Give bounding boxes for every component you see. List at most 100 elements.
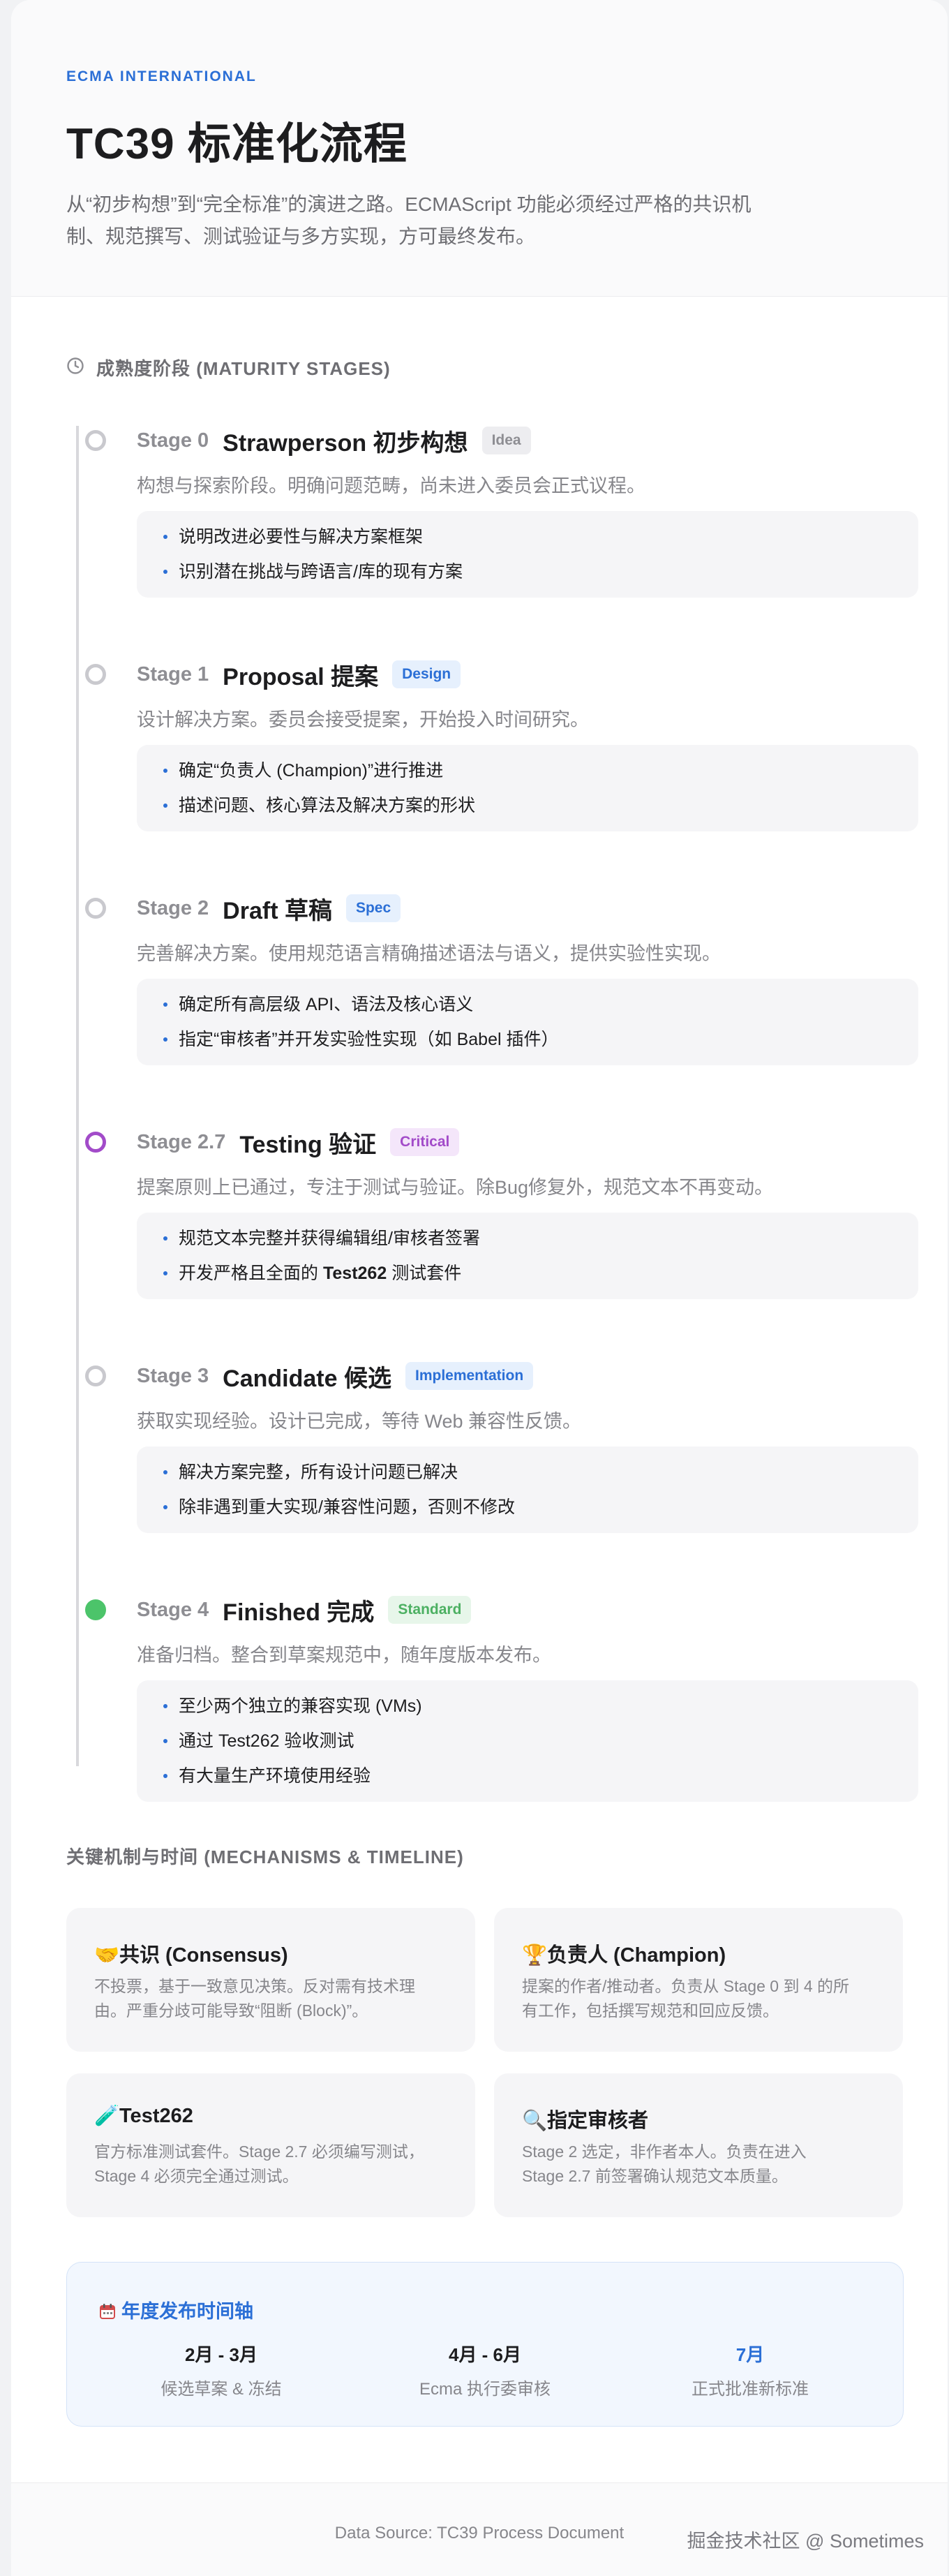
calendar-icon (100, 2304, 115, 2319)
bullet-text: 确定所有高层级 API、语法及核心语义 (179, 995, 474, 1014)
yearly-title-text: 年度发布时间轴 (121, 2301, 253, 2322)
bullet-item: 解决方案完整，所有设计问题已解决 (137, 1455, 918, 1490)
timeline-column: 2月 - 3月 候选草案 & 冻结 (89, 2341, 354, 2399)
stage-dot (85, 664, 106, 685)
timeline-label: 候选草案 & 冻结 (160, 2380, 282, 2399)
bullet-emphasis: Test262 (322, 1264, 387, 1283)
mechanism-title-text: 负责人 (Champion) (547, 1944, 726, 1967)
stage-dot (85, 1599, 106, 1620)
stage-bullets: 规范文本完整并获得编辑组/审核者签署 开发严格且全面的 Test262 测试套件 (137, 1213, 918, 1299)
bullet-text: 有大量生产环境使用经验 (179, 1766, 371, 1786)
stage-name: Finished 完成 (223, 1599, 375, 1626)
stage-heading: Stage 2 Draft 草稿 Spec (137, 892, 401, 924)
mechanism-description: Stage 2 选定，非作者本人。负责在进入 Stage 2.7 前签署确认规范… (522, 2140, 878, 2189)
stage-tag: Critical (390, 1128, 460, 1156)
stage-bullets: 解决方案完整，所有设计问题已解决 除非遇到重大实现/兼容性问题，否则不修改 (137, 1446, 918, 1533)
stage-number: Stage 3 (137, 1364, 209, 1387)
stage-name: Proposal 提案 (223, 663, 379, 690)
bullet-text: 识别潜在挑战与跨语言/库的现有方案 (179, 562, 463, 582)
page-card: ECMA INTERNATIONAL TC39 标准化流程 从“初步构想”到“完… (11, 0, 948, 2576)
timeline-line (76, 426, 79, 1766)
page-header: ECMA INTERNATIONAL TC39 标准化流程 从“初步构想”到“完… (11, 0, 948, 297)
timeline-column: 4月 - 6月 Ecma 执行委审核 (352, 2341, 618, 2399)
timeline-label: Ecma 执行委审核 (419, 2380, 551, 2399)
description-line: Stage 2.7 前签署确认规范文本质量。 (522, 2167, 788, 2185)
bullet-item: 识别潜在挑战与跨语言/库的现有方案 (137, 554, 918, 589)
stage-dot (85, 1365, 106, 1386)
bullet-text: 开发严格且全面的 (179, 1264, 319, 1283)
clock-icon (67, 357, 84, 374)
handshake-icon: 🤝 (94, 1944, 120, 1967)
mechanism-title-text: Test262 (119, 2105, 193, 2127)
bullet-item: 指定“审核者”并开发实验性实现（如 Babel 插件） (137, 1022, 918, 1057)
bullet-item: 确定“负责人 (Champion)”进行推进 (137, 753, 918, 788)
trophy-icon: 🏆 (522, 1944, 548, 1967)
description-line: 官方标准测试套件。Stage 2.7 必须编写测试， (94, 2142, 424, 2161)
bullet-dot (163, 1037, 167, 1042)
bullet-item: 确定所有高层级 API、语法及核心语义 (137, 987, 918, 1022)
stage-description: 提案原则上已通过，专注于测试与验证。除Bug修复外，规范文本不再变动。 (137, 1177, 774, 1198)
bullet-text: 描述问题、核心算法及解决方案的形状 (179, 796, 476, 815)
bullet-dot (163, 1002, 167, 1007)
bullet-text: 至少两个独立的兼容实现 (VMs) (179, 1696, 422, 1716)
mechanism-description: 不投票，基于一致意见决策。反对需有技术理 由。严重分歧可能导致“阻断 (Bloc… (94, 1974, 450, 2023)
bullet-dot (163, 1236, 167, 1241)
description-line: 提案的作者/推动者。负责从 Stage 0 到 4 的所 (522, 1977, 850, 1995)
stage-bullets: 确定所有高层级 API、语法及核心语义 指定“审核者”并开发实验性实现（如 Ba… (137, 979, 918, 1065)
description-line: Stage 2 选定，非作者本人。负责在进入 (522, 2142, 807, 2161)
mechanism-title: 🏆负责人 (Champion) (522, 1939, 726, 1968)
timeline-date: 2月 - 3月 (184, 2344, 258, 2365)
stage-number: Stage 4 (137, 1598, 209, 1621)
bullet-item: 说明改进必要性与解决方案框架 (137, 519, 918, 554)
stage-tag: Implementation (405, 1362, 534, 1390)
bullet-item: 规范文本完整并获得编辑组/审核者签署 (137, 1221, 918, 1256)
description-line: 有工作，包括撰写规范和回应反馈。 (522, 2001, 779, 2020)
timeline-date: 7月 (735, 2344, 765, 2365)
page-subtitle: 从“初步构想”到“完全标准”的演进之路。ECMAScript 功能必须经过严格的… (66, 188, 834, 253)
bullet-text: 除非遇到重大实现/兼容性问题，否则不修改 (179, 1497, 515, 1517)
stage-number: Stage 1 (137, 662, 209, 686)
stage-description: 准备归档。整合到草案规范中，随年度版本发布。 (137, 1645, 551, 1666)
mechanism-title: 🤝共识 (Consensus) (94, 1939, 288, 1968)
mechanism-card-consensus: 🤝共识 (Consensus) 不投票，基于一致意见决策。反对需有技术理 由。严… (66, 1908, 475, 2052)
stage-heading: Stage 1 Proposal 提案 Design (137, 658, 461, 690)
description-line: 由。严重分歧可能导致“阻断 (Block)”。 (94, 2001, 368, 2020)
mechanism-card-test262: 🧪Test262 官方标准测试套件。Stage 2.7 必须编写测试， Stag… (66, 2073, 475, 2217)
bullet-dot (163, 1470, 167, 1474)
bullet-text: 说明改进必要性与解决方案框架 (179, 527, 424, 547)
test-tube-icon: 🧪 (94, 2105, 120, 2127)
bullet-text: 确定“负责人 (Champion)”进行推进 (179, 761, 444, 780)
bullet-item: 有大量生产环境使用经验 (137, 1759, 918, 1793)
bullet-item: 通过 Test262 验收测试 (137, 1724, 918, 1759)
bullet-item: 开发严格且全面的 Test262 测试套件 (137, 1256, 918, 1291)
yearly-timeline: 年度发布时间轴 2月 - 3月 候选草案 & 冻结 4月 - 6月 Ecma 执… (66, 2262, 904, 2427)
bullet-dot (163, 804, 167, 808)
timeline-label: 正式批准新标准 (692, 2380, 809, 2399)
stage-number: Stage 2 (137, 896, 209, 919)
stage-name: Testing 验证 (239, 1131, 377, 1158)
stage-heading: Stage 0 Strawperson 初步构想 Idea (137, 424, 531, 457)
bullet-text: 解决方案完整，所有设计问题已解决 (179, 1463, 458, 1482)
stage-tag: Idea (481, 427, 531, 454)
mechanism-card-champion: 🏆负责人 (Champion) 提案的作者/推动者。负责从 Stage 0 到 … (494, 1908, 903, 2052)
stage-description: 完善解决方案。使用规范语言精确描述语法与语义，提供实验性实现。 (137, 943, 721, 964)
stage-bullets: 确定“负责人 (Champion)”进行推进 描述问题、核心算法及解决方案的形状 (137, 745, 918, 831)
mechanism-card-reviewer: 🔍指定审核者 Stage 2 选定，非作者本人。负责在进入 Stage 2.7 … (494, 2073, 903, 2217)
stage-number: Stage 0 (137, 429, 209, 452)
stage-heading: Stage 2.7 Testing 验证 Critical (137, 1126, 460, 1158)
mechanism-title: 🔍指定审核者 (522, 2104, 648, 2133)
bullet-text: 通过 Test262 验收测试 (179, 1731, 354, 1751)
stage-bullets: 至少两个独立的兼容实现 (VMs) 通过 Test262 验收测试 有大量生产环… (137, 1680, 918, 1802)
stage-tag: Standard (388, 1596, 472, 1624)
stage-number: Stage 2.7 (137, 1130, 226, 1153)
stage-description: 构想与探索阶段。明确问题范畴，尚未进入委员会正式议程。 (137, 475, 645, 496)
stage-name: Candidate 候选 (223, 1365, 391, 1392)
description-line: 不投票，基于一致意见决策。反对需有技术理 (94, 1977, 415, 1995)
stage-description: 获取实现经验。设计已完成，等待 Web 兼容性反馈。 (137, 1411, 582, 1432)
mechanisms-section-title: 关键机制与时间 (MECHANISMS & TIMELINE) (66, 1846, 464, 1867)
mechanism-title-text: 指定审核者 (547, 2110, 649, 2132)
timeline-date: 4月 - 6月 (448, 2344, 522, 2365)
stage-bullets: 说明改进必要性与解决方案框架 识别潜在挑战与跨语言/库的现有方案 (137, 511, 918, 598)
bullet-item: 至少两个独立的兼容实现 (VMs) (137, 1689, 918, 1724)
watermark: 掘金技术社区 @ Sometimes (687, 2531, 924, 2552)
